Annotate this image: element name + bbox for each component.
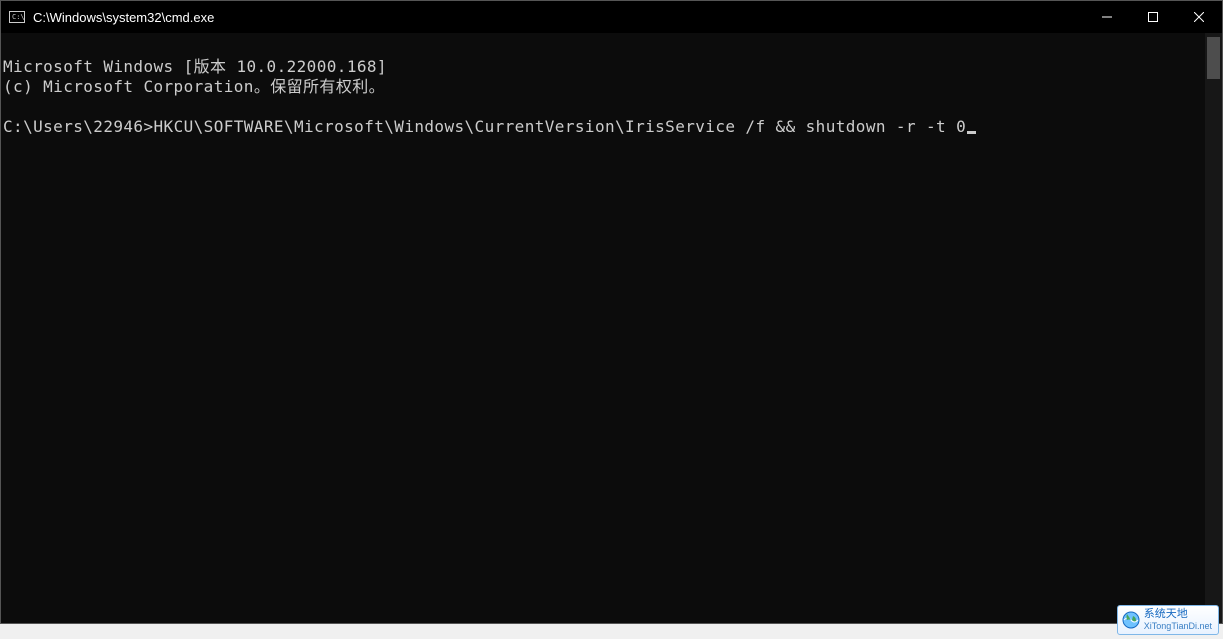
- terminal-area: Microsoft Windows [版本 10.0.22000.168] (c…: [1, 33, 1222, 623]
- vertical-scrollbar[interactable]: [1205, 33, 1222, 623]
- globe-icon: [1122, 611, 1140, 629]
- terminal-output-line: Microsoft Windows [版本 10.0.22000.168]: [3, 57, 387, 76]
- scrollbar-thumb[interactable]: [1207, 37, 1220, 79]
- close-icon: [1194, 12, 1204, 22]
- terminal-command: HKCU\SOFTWARE\Microsoft\Windows\CurrentV…: [154, 117, 967, 136]
- cmd-window: C:\ C:\Windows\system32\cmd.exe Microsof…: [0, 0, 1223, 624]
- watermark-badge: 系统天地 XiTongTianDi.net: [1117, 605, 1219, 635]
- minimize-icon: [1102, 12, 1112, 22]
- minimize-button[interactable]: [1084, 1, 1130, 33]
- svg-text:C:\: C:\: [12, 13, 25, 21]
- titlebar[interactable]: C:\ C:\Windows\system32\cmd.exe: [1, 1, 1222, 33]
- cmd-icon: C:\: [9, 9, 25, 25]
- maximize-icon: [1148, 12, 1158, 22]
- cursor: [967, 131, 976, 134]
- watermark-secondary: XiTongTianDi.net: [1144, 620, 1212, 632]
- terminal[interactable]: Microsoft Windows [版本 10.0.22000.168] (c…: [1, 33, 1205, 623]
- close-button[interactable]: [1176, 1, 1222, 33]
- window-title: C:\Windows\system32\cmd.exe: [33, 10, 214, 25]
- terminal-prompt: C:\Users\22946>: [3, 117, 154, 136]
- maximize-button[interactable]: [1130, 1, 1176, 33]
- watermark-primary: 系统天地: [1144, 608, 1212, 620]
- terminal-output-line: (c) Microsoft Corporation。保留所有权利。: [3, 77, 385, 96]
